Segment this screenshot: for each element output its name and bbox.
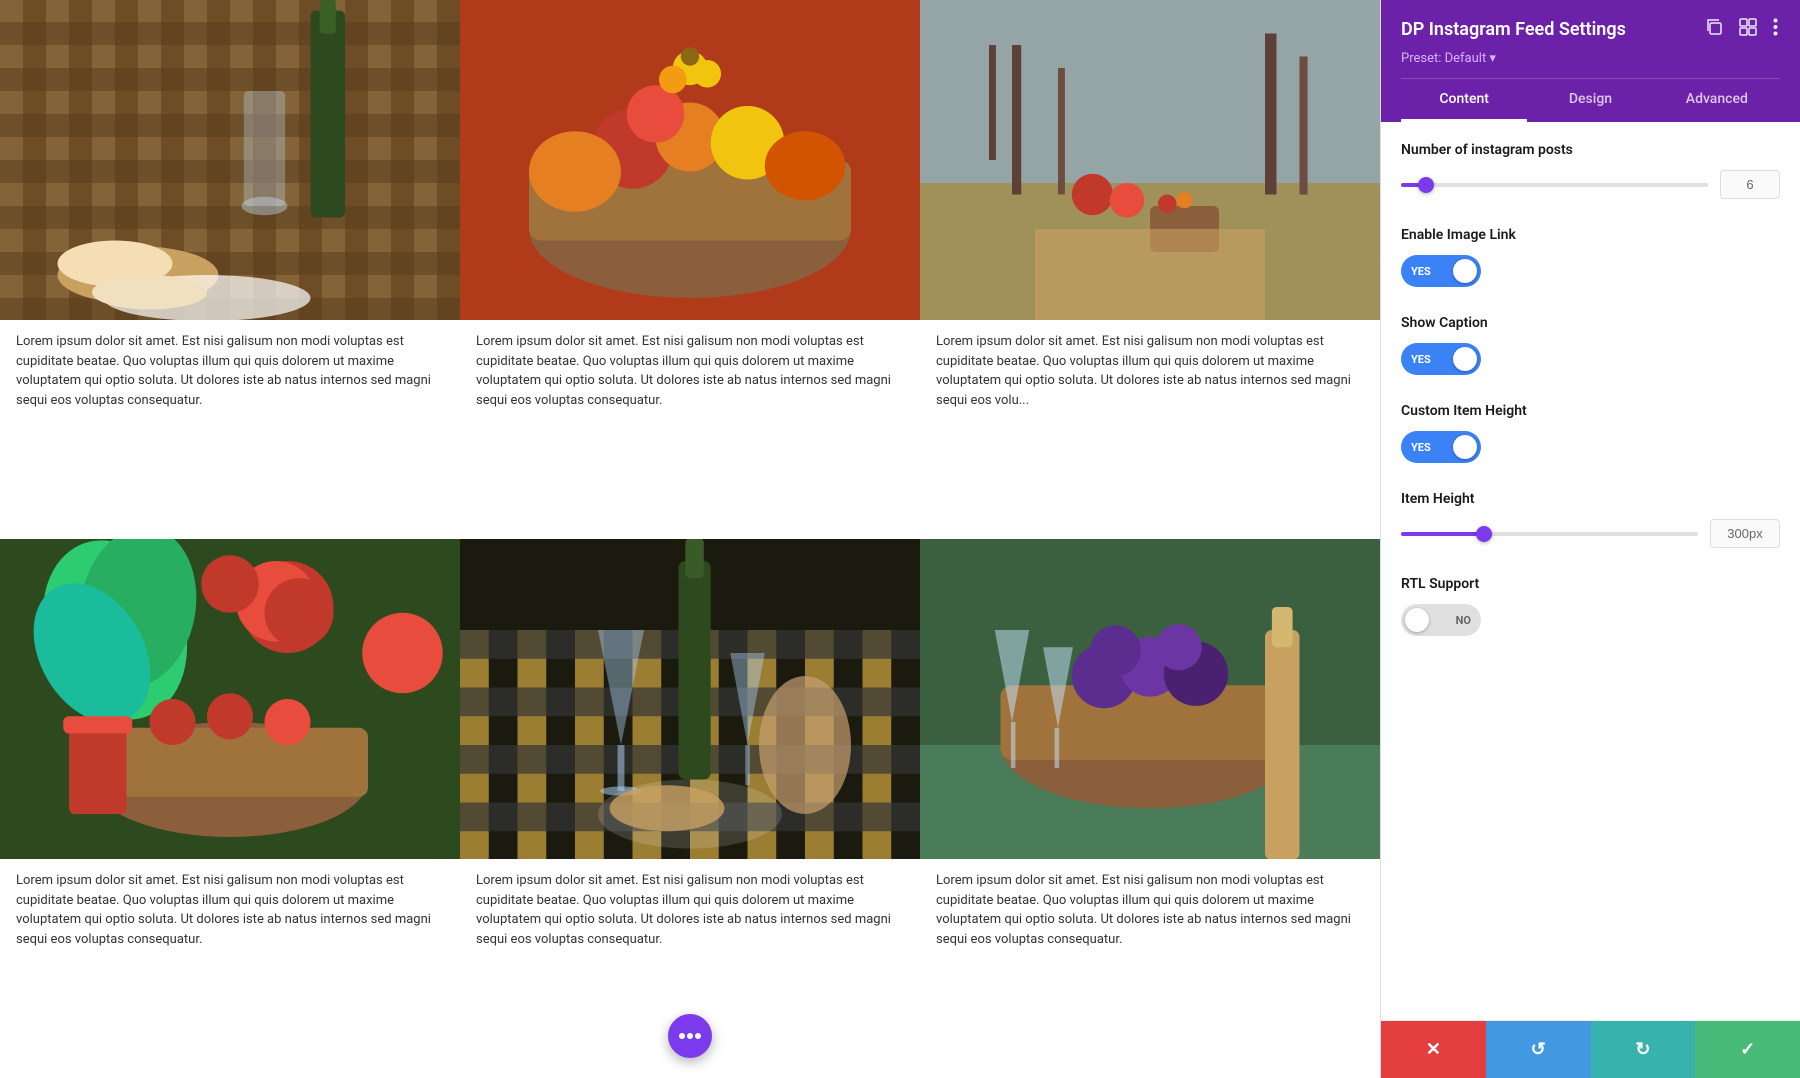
setting-custom-item-height: Custom Item Height YES [1401,403,1780,463]
post-card-1[interactable]: Lorem ipsum dolor sit amet. Est nisi gal… [0,0,460,539]
rtl-support-toggle[interactable]: NO [1401,604,1481,636]
panel-footer: ✕ ↺ ↻ ✓ [1381,1020,1800,1078]
panel-tabs: Content Design Advanced [1401,78,1780,122]
post-image-4 [0,539,460,859]
redo-icon: ↻ [1635,1039,1650,1060]
app-container: Lorem ipsum dolor sit amet. Est nisi gal… [0,0,1800,1078]
rtl-support-label: RTL Support [1401,576,1780,592]
tab-content[interactable]: Content [1401,79,1527,122]
show-caption-label: Show Caption [1401,315,1780,331]
post-card-5[interactable]: Lorem ipsum dolor sit amet. Est nisi gal… [460,539,920,1078]
post-text-1: Lorem ipsum dolor sit amet. Est nisi gal… [0,320,460,422]
custom-item-height-toggle-container: YES [1401,431,1780,463]
item-height-value-input[interactable] [1710,519,1780,548]
item-height-label: Item Height [1401,491,1780,507]
redo-button[interactable]: ↻ [1591,1021,1696,1078]
setting-rtl-support: RTL Support NO [1401,576,1780,636]
undo-icon: ↺ [1531,1039,1546,1060]
rtl-support-knob [1405,608,1429,632]
show-caption-toggle-container: YES [1401,343,1780,375]
setting-enable-image-link: Enable Image Link YES [1401,227,1780,287]
fab-button[interactable] [668,1014,712,1058]
post-image-3 [920,0,1380,320]
item-height-slider-fill [1401,532,1484,536]
save-button[interactable]: ✓ [1695,1021,1800,1078]
enable-image-link-yes-label: YES [1401,265,1481,278]
post-text-2: Lorem ipsum dolor sit amet. Est nisi gal… [460,320,920,422]
undo-button[interactable]: ↺ [1486,1021,1591,1078]
more-options-button[interactable] [1771,16,1780,43]
post-image-5 [460,539,920,859]
panel-header: DP Instagram Feed Settings [1381,0,1800,122]
panel-title: DP Instagram Feed Settings [1401,19,1626,40]
item-height-slider-thumb[interactable] [1476,526,1492,542]
feed-grid: Lorem ipsum dolor sit amet. Est nisi gal… [0,0,1380,1078]
save-icon: ✓ [1740,1039,1755,1060]
panel-title-icons [1703,16,1780,43]
post-image-2 [460,0,920,320]
post-card-3[interactable]: Lorem ipsum dolor sit amet. Est nisi gal… [920,0,1380,539]
post-text-3: Lorem ipsum dolor sit amet. Est nisi gal… [920,320,1380,422]
rtl-support-no-label: NO [1456,614,1471,627]
item-height-slider-track[interactable] [1401,532,1698,536]
enable-image-link-toggle[interactable]: YES [1401,255,1481,287]
num-posts-slider-row [1401,170,1780,199]
post-text-5: Lorem ipsum dolor sit amet. Est nisi gal… [460,859,920,961]
post-card-4[interactable]: Lorem ipsum dolor sit amet. Est nisi gal… [0,539,460,1078]
setting-item-height: Item Height [1401,491,1780,548]
grid-icon-button[interactable] [1737,16,1759,43]
post-card-6[interactable]: Lorem ipsum dolor sit amet. Est nisi gal… [920,539,1380,1078]
cancel-button[interactable]: ✕ [1381,1021,1486,1078]
settings-panel: DP Instagram Feed Settings [1380,0,1800,1078]
show-caption-yes-label: YES [1401,353,1481,366]
num-posts-label: Number of instagram posts [1401,142,1780,158]
copy-icon-button[interactable] [1703,16,1725,43]
post-image-1 [0,0,460,320]
show-caption-toggle[interactable]: YES [1401,343,1481,375]
panel-body: Number of instagram posts Enable Image L… [1381,122,1800,1020]
setting-show-caption: Show Caption YES [1401,315,1780,375]
post-text-4: Lorem ipsum dolor sit amet. Est nisi gal… [0,859,460,961]
cancel-icon: ✕ [1426,1039,1441,1060]
num-posts-value-input[interactable] [1720,170,1780,199]
post-card-2[interactable]: Lorem ipsum dolor sit amet. Est nisi gal… [460,0,920,539]
rtl-support-toggle-container: NO [1401,604,1780,636]
enable-image-link-label: Enable Image Link [1401,227,1780,243]
panel-preset[interactable]: Preset: Default ▾ [1401,51,1780,66]
setting-num-posts: Number of instagram posts [1401,142,1780,199]
tab-advanced[interactable]: Advanced [1654,79,1780,122]
custom-item-height-label: Custom Item Height [1401,403,1780,419]
custom-item-height-yes-label: YES [1401,441,1481,454]
num-posts-slider-thumb[interactable] [1418,177,1434,193]
custom-item-height-toggle[interactable]: YES [1401,431,1481,463]
tab-design[interactable]: Design [1527,79,1653,122]
post-text-6: Lorem ipsum dolor sit amet. Est nisi gal… [920,859,1380,961]
num-posts-slider-track[interactable] [1401,183,1708,187]
enable-image-link-toggle-container: YES [1401,255,1780,287]
item-height-slider-row [1401,519,1780,548]
post-image-6 [920,539,1380,859]
